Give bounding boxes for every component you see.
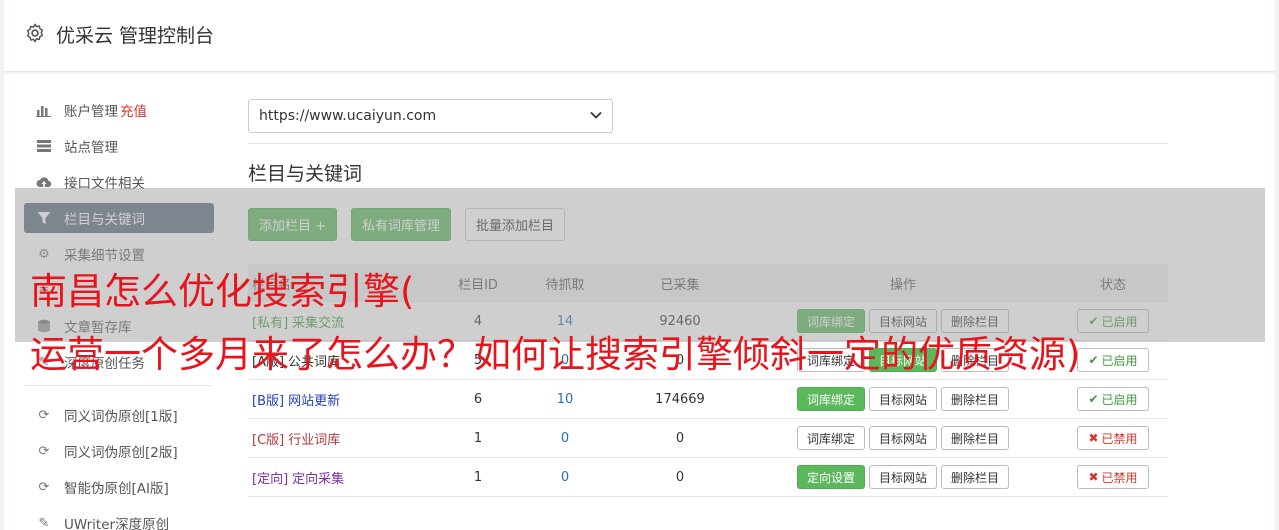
- gear-icon: [26, 23, 44, 43]
- delete-column-button[interactable]: 删除栏目: [941, 465, 1010, 489]
- status-toggle[interactable]: ✖ 已禁用: [1077, 465, 1149, 489]
- sidebar-item-sites[interactable]: 站点管理: [24, 131, 214, 161]
- table-row: [B版] 网站更新 6 10 174669 词库绑定 目标网站 删除栏目 ✔ 已启用: [248, 380, 1168, 419]
- collected-count: 174669: [655, 391, 705, 407]
- pending-count[interactable]: 10: [557, 392, 574, 407]
- bar-chart-icon: [36, 102, 52, 118]
- sidebar-item-label: 同义词伪原创[2版]: [64, 445, 178, 461]
- row-actions: 词库绑定目标网站删除栏目: [748, 387, 1058, 411]
- column-label: 定向采集: [292, 471, 345, 487]
- refresh-icon: ⟳: [38, 407, 50, 423]
- status-toggle[interactable]: ✔已启用: [1077, 387, 1149, 411]
- status-label: 已启用: [1101, 353, 1138, 368]
- refresh-icon: ⟳: [38, 443, 50, 459]
- column-id: 1: [473, 430, 483, 446]
- sidebar-item-account[interactable]: 账户管理 充值: [24, 95, 214, 125]
- status-toggle[interactable]: ✖ 已禁用: [1077, 426, 1149, 450]
- column-tag: [B版]: [252, 393, 285, 409]
- top-bar: 优采云 管理控制台: [4, 0, 1275, 72]
- edit-icon: ✎: [38, 515, 50, 530]
- bind-lib-button[interactable]: 词库绑定: [796, 426, 865, 450]
- pending-count[interactable]: 0: [561, 431, 569, 446]
- target-site-button[interactable]: 目标网站: [868, 426, 937, 450]
- close-icon: ✖: [1088, 470, 1099, 484]
- column-id: 6: [473, 391, 483, 407]
- table-row: [定向] 定向采集 1 0 0 定向设置 目标网站 删除栏目 ✖ 已禁用: [248, 458, 1168, 497]
- sidebar-item-label: 同义词伪原创[1版]: [64, 409, 178, 425]
- bind-lib-button[interactable]: 定向设置: [796, 465, 865, 489]
- column-name[interactable]: [C版] 行业词库: [248, 429, 438, 448]
- close-icon: ✖: [1088, 431, 1099, 445]
- headline-line1: 南昌怎么优化搜索引擎(: [30, 270, 415, 313]
- banner-overlay: [15, 188, 1265, 342]
- refresh-icon: ⟳: [38, 479, 50, 495]
- sidebar-item-label: UWriter深度原创: [64, 517, 170, 530]
- column-label: 网站更新: [288, 393, 341, 409]
- collected-count: 0: [675, 469, 685, 485]
- delete-column-button[interactable]: 删除栏目: [941, 387, 1010, 411]
- table-row: [C版] 行业词库 1 0 0 词库绑定 目标网站 删除栏目 ✖ 已禁用: [248, 419, 1168, 458]
- column-tag: [定向]: [252, 471, 289, 487]
- sidebar-divider: [24, 385, 212, 386]
- chevron-down-icon: [590, 111, 602, 122]
- check-icon: ✔: [1088, 392, 1099, 406]
- row-actions: 定向设置 目标网站 删除栏目: [748, 465, 1058, 489]
- pending-count[interactable]: 0: [561, 470, 569, 485]
- site-select[interactable]: https://www.ucaiyun.com: [248, 99, 613, 133]
- sidebar-item-label: 智能伪原创[AI版]: [64, 481, 169, 497]
- site-select-value: https://www.ucaiyun.com: [259, 108, 437, 124]
- status-label: 已禁用: [1101, 470, 1138, 485]
- column-tag: [C版]: [252, 432, 285, 448]
- sidebar-item-label: 站点管理: [64, 140, 118, 156]
- row-actions: 词库绑定目标网站删除栏目: [748, 426, 1058, 450]
- sidebar-item-synonym-v2[interactable]: ⟳ 同义词伪原创[2版]: [24, 436, 214, 466]
- headline-line2: 运营一个多月来了怎么办？如何让搜索引擎倾斜一定的优质资源): [30, 333, 1081, 376]
- sidebar-item-synonym-v1[interactable]: ⟳ 同义词伪原创[1版]: [24, 400, 214, 430]
- check-icon: ✔: [1088, 353, 1099, 367]
- section-title: 栏目与关键词: [248, 163, 363, 185]
- target-site-button[interactable]: 目标网站: [868, 465, 937, 489]
- column-label: 行业词库: [288, 432, 341, 448]
- delete-column-button[interactable]: 删除栏目: [941, 426, 1010, 450]
- target-site-button[interactable]: 目标网站: [868, 387, 937, 411]
- column-name[interactable]: [B版] 网站更新: [248, 390, 438, 409]
- status-label: 已禁用: [1101, 431, 1138, 446]
- sidebar-item-label: 账户管理: [64, 104, 118, 120]
- app-title: 优采云 管理控制台: [56, 25, 215, 47]
- divider: [248, 143, 1168, 144]
- sidebar-item-ai-pseudo[interactable]: ⟳ 智能伪原创[AI版]: [24, 472, 214, 502]
- server-icon: [36, 138, 52, 154]
- recharge-link[interactable]: 充值: [120, 100, 147, 120]
- column-id: 1: [473, 469, 483, 485]
- collected-count: 0: [675, 430, 685, 446]
- bind-lib-button[interactable]: 词库绑定: [796, 387, 865, 411]
- sidebar-item-uwriter[interactable]: ✎ UWriter深度原创: [24, 508, 214, 530]
- status-label: 已启用: [1101, 392, 1138, 407]
- status-toggle[interactable]: ✔已启用: [1077, 348, 1149, 372]
- column-name[interactable]: [定向] 定向采集: [248, 468, 438, 487]
